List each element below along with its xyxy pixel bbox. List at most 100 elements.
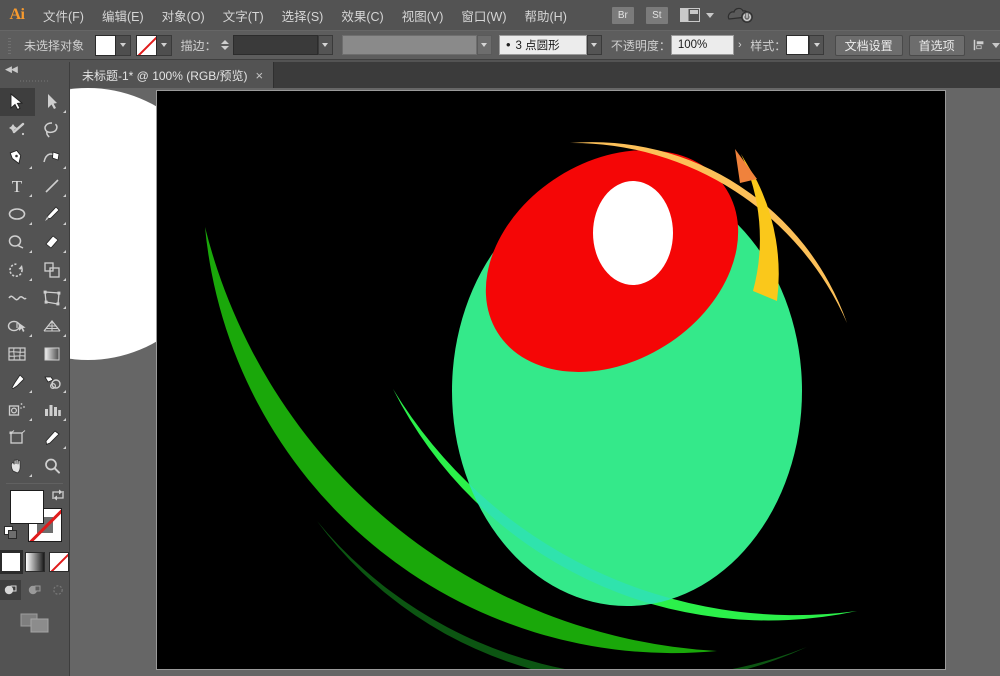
align-objects-icon[interactable] bbox=[973, 37, 986, 53]
type-tool[interactable]: T bbox=[0, 172, 35, 200]
hand-tool[interactable] bbox=[0, 452, 35, 480]
stroke-profile-control[interactable]: • 3 点圆形 bbox=[499, 35, 602, 55]
stroke-weight-dropdown-arrow[interactable] bbox=[318, 35, 333, 55]
document-tab[interactable]: 未标题-1* @ 100% (RGB/预览) × bbox=[70, 62, 274, 88]
options-bar-grip[interactable] bbox=[6, 36, 12, 54]
workspace-layout-icon bbox=[680, 8, 700, 22]
selection-tool[interactable] bbox=[0, 88, 35, 116]
fill-swatch[interactable] bbox=[95, 35, 116, 56]
pen-tool[interactable] bbox=[0, 144, 35, 172]
width-tool[interactable] bbox=[0, 284, 35, 312]
selection-status-label: 未选择对象 bbox=[16, 37, 95, 54]
paintbrush-tool[interactable] bbox=[35, 200, 70, 228]
menu-file[interactable]: 文件(F) bbox=[34, 0, 93, 30]
pasteboard bbox=[70, 88, 1000, 676]
gradient-tool[interactable] bbox=[35, 340, 70, 368]
menu-window[interactable]: 窗口(W) bbox=[452, 0, 515, 30]
screen-mode-button[interactable] bbox=[18, 610, 52, 636]
stroke-weight-field-group[interactable] bbox=[233, 35, 333, 55]
color-mode-button[interactable] bbox=[1, 552, 21, 572]
stroke-weight-stepper[interactable] bbox=[221, 40, 229, 50]
close-icon[interactable]: × bbox=[256, 69, 264, 82]
menu-help[interactable]: 帮助(H) bbox=[516, 0, 576, 30]
shape-builder-tool[interactable] bbox=[0, 312, 35, 340]
curvature-tool[interactable] bbox=[35, 144, 70, 172]
opacity-input[interactable]: 100% bbox=[671, 35, 734, 55]
tools-divider bbox=[6, 483, 63, 484]
menu-select[interactable]: 选择(S) bbox=[273, 0, 333, 30]
menu-view[interactable]: 视图(V) bbox=[393, 0, 453, 30]
line-segment-tool[interactable] bbox=[35, 172, 70, 200]
graphic-style-control[interactable] bbox=[786, 35, 824, 55]
lasso-tool[interactable] bbox=[35, 116, 70, 144]
color-mode-row bbox=[0, 552, 69, 572]
tools-panel-drag-handle[interactable] bbox=[20, 76, 50, 86]
canvas-area[interactable] bbox=[70, 88, 1000, 676]
align-chevron-down-icon[interactable] bbox=[992, 43, 1000, 48]
opacity-label: 不透明度： bbox=[611, 37, 671, 54]
graphic-style-dropdown-arrow[interactable] bbox=[809, 35, 824, 55]
document-setup-button[interactable]: 文档设置 bbox=[835, 35, 903, 56]
opacity-next-icon[interactable]: › bbox=[734, 35, 746, 55]
symbol-sprayer-tool[interactable] bbox=[0, 396, 35, 424]
blend-tool[interactable] bbox=[35, 368, 70, 396]
tools-grid: T bbox=[0, 88, 69, 480]
menu-type[interactable]: 文字(T) bbox=[214, 0, 273, 30]
ellipse-tool[interactable] bbox=[0, 200, 35, 228]
chevron-down-icon bbox=[706, 13, 714, 18]
stroke-profile-value: 3 点圆形 bbox=[516, 37, 560, 53]
brush-definition-field[interactable] bbox=[342, 35, 477, 55]
menu-edit[interactable]: 编辑(E) bbox=[93, 0, 153, 30]
eyedropper-tool[interactable] bbox=[0, 368, 35, 396]
menu-effect[interactable]: 效果(C) bbox=[332, 0, 392, 30]
menu-object[interactable]: 对象(O) bbox=[153, 0, 214, 30]
gradient-mode-button[interactable] bbox=[25, 552, 45, 572]
mesh-tool[interactable] bbox=[0, 340, 35, 368]
shaper-tool[interactable] bbox=[0, 228, 35, 256]
scale-tool[interactable] bbox=[35, 256, 70, 284]
eraser-tool[interactable] bbox=[35, 228, 70, 256]
draw-inside-button[interactable] bbox=[48, 580, 69, 600]
none-mode-button[interactable] bbox=[49, 552, 69, 572]
document-tab-title: 未标题-1* @ 100% (RGB/预览) bbox=[82, 67, 248, 84]
stroke-color-control[interactable] bbox=[136, 35, 172, 56]
stroke-profile-dropdown-arrow[interactable] bbox=[587, 35, 602, 55]
menu-bar: Ai 文件(F) 编辑(E) 对象(O) 文字(T) 选择(S) 效果(C) 视… bbox=[0, 0, 1000, 30]
slice-tool[interactable] bbox=[35, 424, 70, 452]
stock-icon[interactable]: St bbox=[646, 7, 668, 24]
workspace-switcher[interactable] bbox=[680, 8, 714, 22]
draw-behind-button[interactable] bbox=[24, 580, 45, 600]
direct-selection-tool[interactable] bbox=[35, 88, 70, 116]
screen-mode-row bbox=[0, 610, 69, 636]
brush-definition-control[interactable] bbox=[342, 35, 492, 55]
swap-fill-stroke-icon[interactable] bbox=[51, 488, 65, 502]
fill-dropdown-arrow[interactable] bbox=[116, 35, 131, 56]
fill-color-control[interactable] bbox=[95, 35, 131, 56]
artboard-tool[interactable] bbox=[0, 424, 35, 452]
stroke-weight-label: 描边： bbox=[181, 37, 217, 54]
magic-wand-tool[interactable] bbox=[0, 116, 35, 144]
stroke-dropdown-arrow[interactable] bbox=[157, 35, 172, 56]
stroke-weight-input[interactable] bbox=[233, 35, 318, 55]
graphic-style-swatch[interactable] bbox=[786, 35, 809, 55]
app-logo-icon: Ai bbox=[0, 0, 34, 30]
document-tab-bar: 未标题-1* @ 100% (RGB/预览) × bbox=[70, 62, 1000, 88]
illustrator-window: Ai 文件(F) 编辑(E) 对象(O) 文字(T) 选择(S) 效果(C) 视… bbox=[0, 0, 1000, 676]
free-transform-tool[interactable] bbox=[35, 284, 70, 312]
column-graph-tool[interactable] bbox=[35, 396, 70, 424]
rotate-tool[interactable] bbox=[0, 256, 35, 284]
eye-ellipse-white[interactable] bbox=[593, 181, 673, 285]
artboard[interactable] bbox=[156, 90, 946, 670]
collapse-panel-icon[interactable]: ◀◀ bbox=[0, 62, 69, 76]
brush-definition-dropdown-arrow[interactable] bbox=[477, 35, 492, 55]
creative-cloud-icon[interactable] bbox=[726, 5, 754, 25]
perspective-grid-tool[interactable] bbox=[35, 312, 70, 340]
bird-artwork[interactable] bbox=[157, 91, 945, 669]
draw-normal-button[interactable] bbox=[0, 580, 21, 600]
toolpanel-fill-swatch[interactable] bbox=[10, 490, 44, 524]
default-fill-stroke-icon[interactable] bbox=[4, 526, 18, 540]
stroke-swatch-none-icon[interactable] bbox=[136, 35, 157, 56]
zoom-tool[interactable] bbox=[35, 452, 70, 480]
preferences-button[interactable]: 首选项 bbox=[909, 35, 965, 56]
bridge-icon[interactable]: Br bbox=[612, 7, 634, 24]
